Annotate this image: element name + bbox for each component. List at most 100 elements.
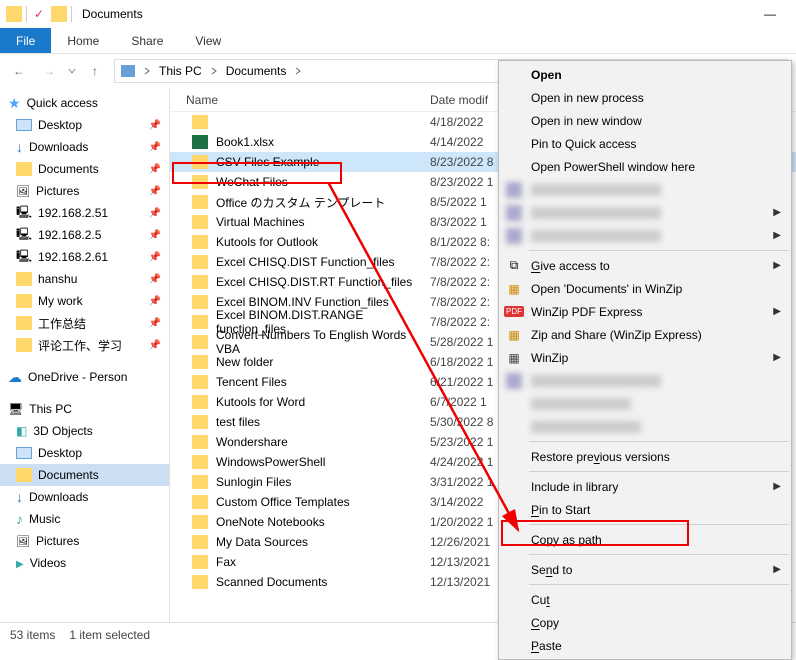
sidebar-item-label: 192.168.2.51 [38, 206, 108, 220]
sidebar-item[interactable]: 192.168.2.61📌 [0, 246, 169, 268]
sidebar-item-label: Desktop [38, 118, 82, 132]
chevron-right-icon[interactable] [210, 67, 218, 75]
sidebar-item-label: Quick access [27, 96, 98, 110]
sidebar-item[interactable]: Documents📌 [0, 158, 169, 180]
ctx-label: Copy as path [531, 533, 602, 547]
pc-icon [8, 402, 23, 416]
ctx-open-powershell[interactable]: Open PowerShell window here [499, 155, 791, 178]
breadcrumb-thispc[interactable]: This PC [159, 64, 202, 78]
folder-icon [192, 155, 208, 169]
tab-home[interactable]: Home [51, 28, 115, 53]
sidebar-item-label: 192.168.2.5 [38, 228, 101, 242]
sidebar-item-label: My work [38, 294, 83, 308]
sidebar-quick-access[interactable]: ★ Quick access [0, 92, 169, 114]
sidebar-item[interactable]: 3D Objects [0, 420, 169, 442]
tab-share[interactable]: Share [115, 28, 179, 53]
sidebar-item-label: Documents [38, 162, 99, 176]
ctx-include-library[interactable]: Include in library▶ [499, 475, 791, 498]
sidebar-item[interactable]: Documents [0, 464, 169, 486]
ctx-blur-1[interactable] [499, 178, 791, 201]
qat-properties-icon[interactable] [31, 6, 47, 22]
sidebar-item[interactable]: Downloads [0, 486, 169, 508]
sidebar-icon [16, 119, 32, 131]
ctx-open-new-process[interactable]: Open in new process [499, 86, 791, 109]
ctx-open-winzip[interactable]: Open 'Documents' in WinZip [499, 277, 791, 300]
ctx-label: Open [531, 68, 562, 82]
ctx-send-to[interactable]: Send to▶ [499, 558, 791, 581]
sidebar-item[interactable]: 192.168.2.5 📌 [0, 224, 169, 246]
sidebar-item[interactable]: Videos [0, 552, 169, 574]
ctx-give-access-to[interactable]: Give access to▶ [499, 254, 791, 277]
ctx-blur-5[interactable] [499, 392, 791, 415]
sidebar-icon [16, 447, 32, 459]
ctx-restore-versions[interactable]: Restore previous versions [499, 445, 791, 468]
folder-icon [192, 455, 208, 469]
chevron-down-icon[interactable] [68, 67, 76, 75]
ctx-cut[interactable]: Cut [499, 588, 791, 611]
ctx-copy[interactable]: Copy [499, 611, 791, 634]
ctx-open[interactable]: Open [499, 63, 791, 86]
sidebar-item[interactable]: 工作总结📌 [0, 312, 169, 334]
sidebar-item[interactable]: Pictures📌 [0, 180, 169, 202]
folder-icon [192, 315, 208, 329]
sidebar-item-label: Downloads [29, 490, 88, 504]
ctx-label: WinZip [531, 351, 568, 365]
folder-icon [192, 515, 208, 529]
ctx-pin-quick-access[interactable]: Pin to Quick access [499, 132, 791, 155]
sidebar-item-label: Music [29, 512, 60, 526]
ctx-blur-4[interactable] [499, 369, 791, 392]
chevron-right-icon[interactable] [294, 67, 302, 75]
folder-icon [192, 295, 208, 309]
sidebar-item[interactable]: My work📌 [0, 290, 169, 312]
sidebar-this-pc[interactable]: This PC [0, 398, 169, 420]
ctx-blur-6[interactable] [499, 415, 791, 438]
ctx-label: Open 'Documents' in WinZip [531, 282, 682, 296]
file-name: Office のカスタム テンプレート [216, 194, 385, 211]
ctx-pin-start[interactable]: Pin to Start [499, 498, 791, 521]
ctx-winzip[interactable]: WinZip▶ [499, 346, 791, 369]
tab-file[interactable]: File [0, 28, 51, 53]
sidebar-item[interactable]: 192.168.2.51📌 [0, 202, 169, 224]
column-name[interactable]: Name [170, 93, 430, 107]
sidebar-item[interactable]: Desktop📌 [0, 114, 169, 136]
sidebar-item[interactable]: Downloads📌 [0, 136, 169, 158]
pdf-icon: PDF [505, 303, 523, 321]
sidebar-icon [16, 316, 32, 330]
sidebar-item-label: Desktop [38, 446, 82, 460]
folder-icon [192, 415, 208, 429]
file-name: New folder [216, 355, 273, 369]
file-name: OneNote Notebooks [216, 515, 325, 529]
breadcrumb-documents[interactable]: Documents [226, 64, 287, 78]
sidebar-item[interactable]: hanshu📌 [0, 268, 169, 290]
sidebar-item[interactable]: Desktop [0, 442, 169, 464]
winzip-icon [505, 280, 523, 298]
sidebar-item-label: Downloads [29, 140, 88, 154]
folder-icon [192, 435, 208, 449]
nav-forward-button[interactable]: → [38, 60, 60, 82]
tab-view[interactable]: View [179, 28, 237, 53]
status-item-count: 53 items [10, 628, 55, 642]
nav-back-button[interactable]: ← [8, 60, 30, 82]
ctx-open-new-window[interactable]: Open in new window [499, 109, 791, 132]
ctx-paste[interactable]: Paste [499, 634, 791, 657]
sidebar-item[interactable]: Music [0, 508, 169, 530]
ctx-copy-as-path[interactable]: Copy as path [499, 528, 791, 551]
file-name: Excel CHISQ.DIST.RT Function_files [216, 275, 412, 289]
ctx-label: Give access to [531, 259, 610, 273]
ctx-blur-2[interactable]: ▶ [499, 201, 791, 224]
nav-up-button[interactable]: ↑ [84, 60, 106, 82]
pin-icon: 📌 [149, 252, 161, 263]
ctx-label: Paste [531, 639, 562, 653]
ctx-winzip-pdf-express[interactable]: PDFWinZip PDF Express▶ [499, 300, 791, 323]
sidebar-onedrive[interactable]: OneDrive - Person [0, 366, 169, 388]
sidebar-item[interactable]: Pictures [0, 530, 169, 552]
pin-icon: 📌 [149, 230, 161, 241]
sidebar-item[interactable]: 评论工作、学习📌 [0, 334, 169, 356]
pc-icon [121, 65, 135, 77]
qat-newfolder-icon[interactable] [51, 6, 67, 22]
chevron-right-icon[interactable] [143, 67, 151, 75]
ctx-blur-3[interactable]: ▶ [499, 224, 791, 247]
minimize-button[interactable]: — [750, 0, 790, 28]
ctx-zip-and-share[interactable]: Zip and Share (WinZip Express) [499, 323, 791, 346]
ctx-label: Zip and Share (WinZip Express) [531, 328, 702, 342]
